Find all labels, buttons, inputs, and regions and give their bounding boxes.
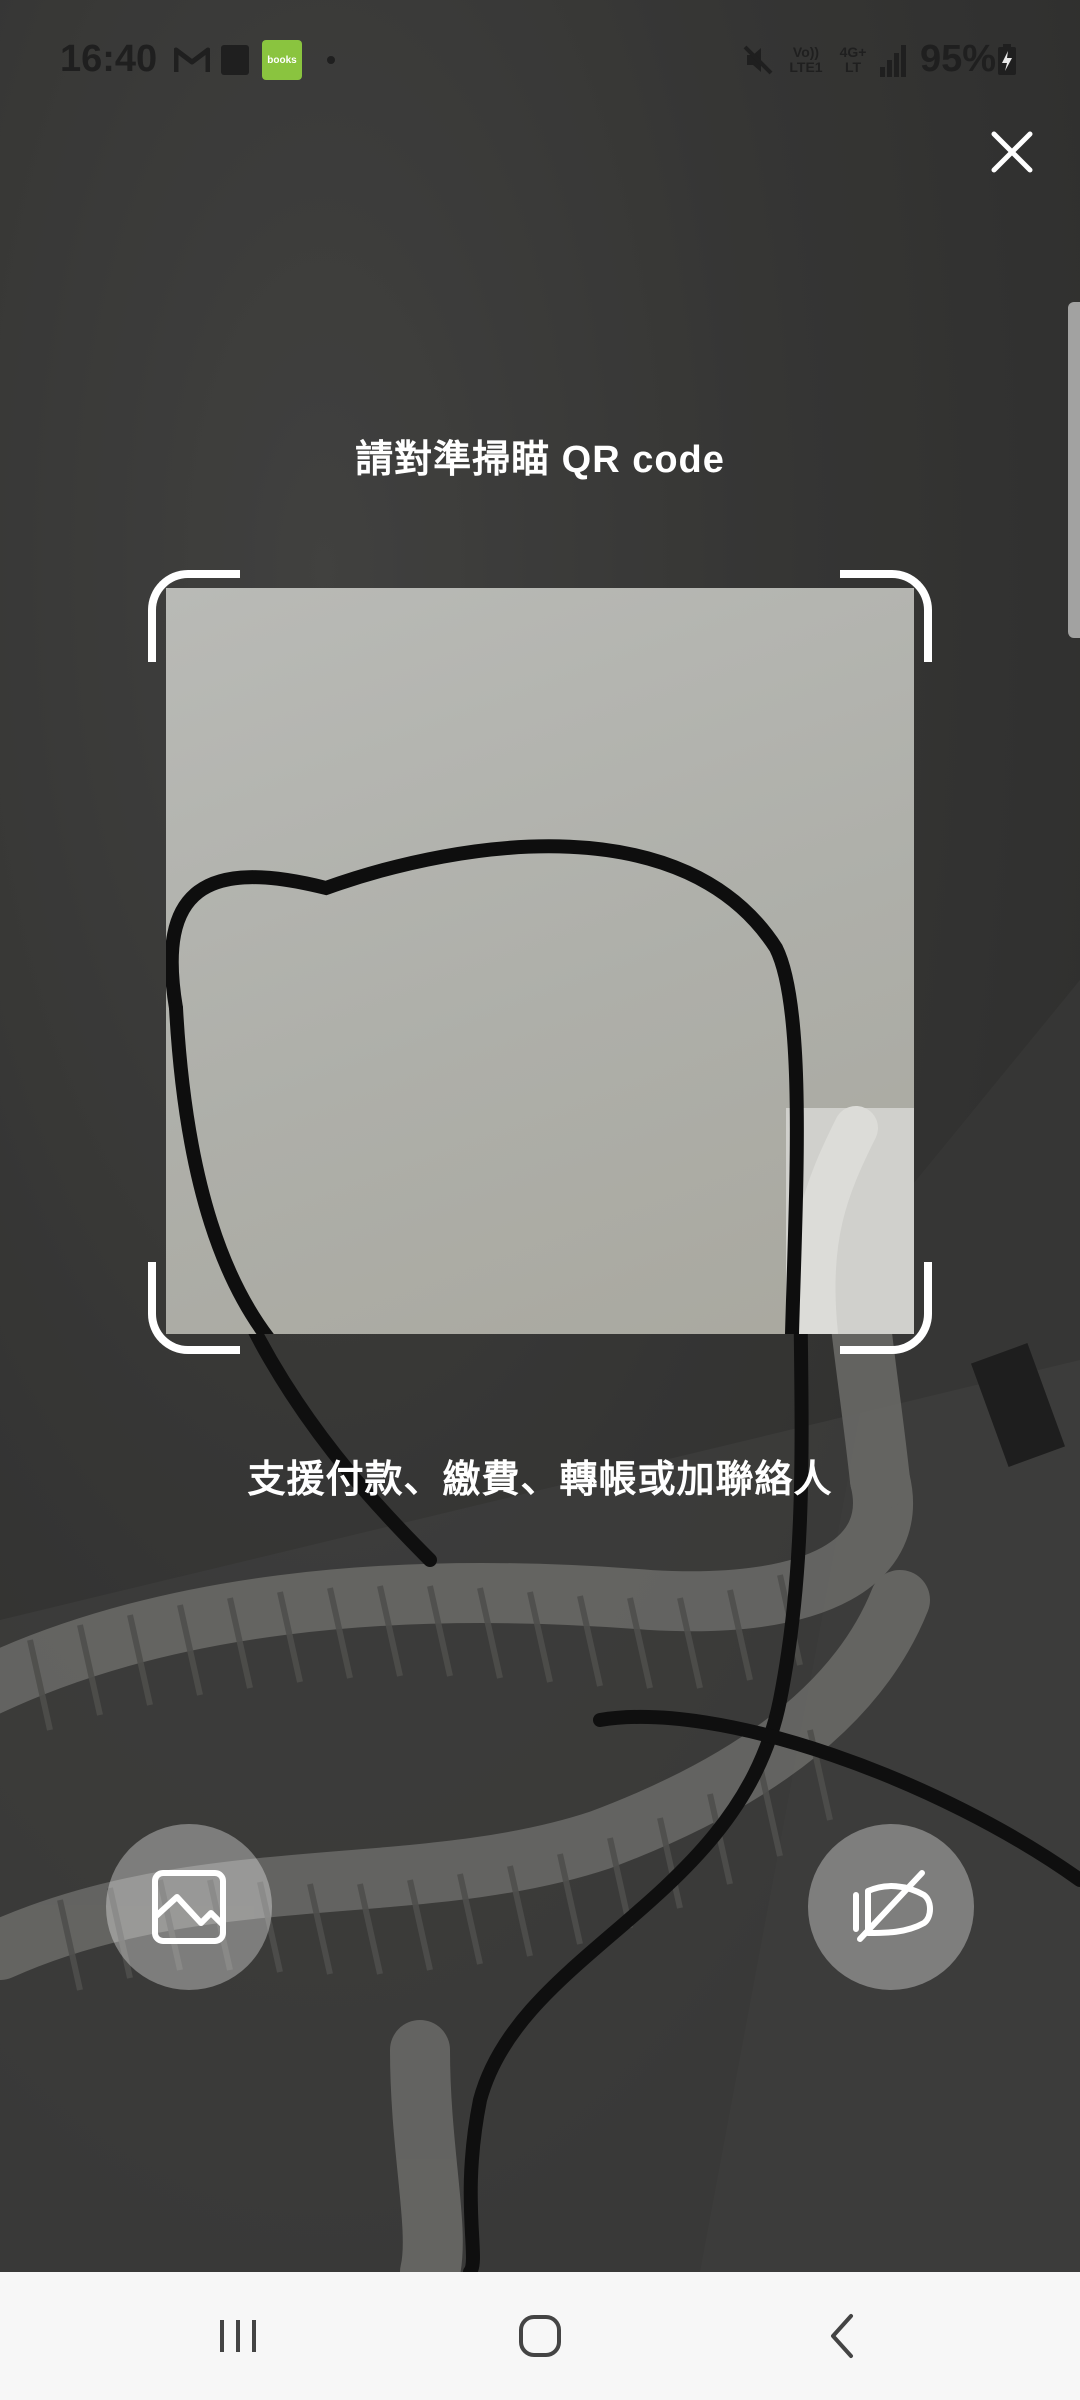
scan-area	[166, 588, 914, 1334]
scan-frame-corner-top-right	[840, 570, 932, 662]
scan-frame-corner-top-left	[148, 570, 240, 662]
nav-home-button[interactable]	[460, 2272, 620, 2400]
gallery-button[interactable]	[106, 1824, 272, 1990]
nav-recents-button[interactable]	[158, 2272, 318, 2400]
scan-frame-corner-bottom-right	[840, 1262, 932, 1354]
image-gallery-icon	[152, 1870, 226, 1944]
mute-icon	[738, 40, 778, 80]
scan-frame-corner-bottom-left	[148, 1262, 240, 1354]
books-app-icon: books	[262, 40, 302, 80]
status-bar: 16:40 books Vo)) LTE1 4G+ LT 95%	[0, 0, 1080, 120]
close-button[interactable]	[980, 120, 1044, 184]
nav-back-button[interactable]	[762, 2272, 922, 2400]
flash-off-icon	[853, 1870, 933, 1942]
books-app-label: books	[262, 40, 302, 80]
network-label-bottom: LT	[844, 59, 862, 75]
home-icon	[519, 2315, 561, 2357]
back-icon	[831, 2314, 853, 2358]
navigation-bar	[0, 2272, 1080, 2400]
scan-instruction-title: 請對準掃瞄 QR code	[355, 439, 725, 481]
battery-charging-icon	[996, 40, 1018, 80]
network-label-top: 4G+	[839, 44, 867, 60]
signal-icon	[876, 40, 910, 80]
battery-percent: 95%	[920, 38, 997, 80]
gmail-icon	[172, 40, 212, 80]
status-time: 16:40	[60, 38, 158, 80]
flash-toggle-button[interactable]	[808, 1824, 974, 1990]
dot-icon	[322, 40, 340, 80]
volte-label-bottom: LTE1	[789, 59, 823, 75]
notification-app-icon	[218, 40, 252, 80]
close-icon	[991, 131, 1033, 173]
recents-icon	[220, 2320, 256, 2352]
qr-scanner-screen: 16:40 books Vo)) LTE1 4G+ LT 95% 請對準掃瞄 Q…	[0, 0, 1080, 2400]
volte-icon: Vo)) LTE1	[784, 40, 828, 80]
volte-label-top: Vo))	[792, 44, 820, 60]
scan-support-subtitle: 支援付款、繳費、轉帳或加聯絡人	[247, 1459, 833, 1501]
network-4g-icon: 4G+ LT	[834, 40, 872, 80]
